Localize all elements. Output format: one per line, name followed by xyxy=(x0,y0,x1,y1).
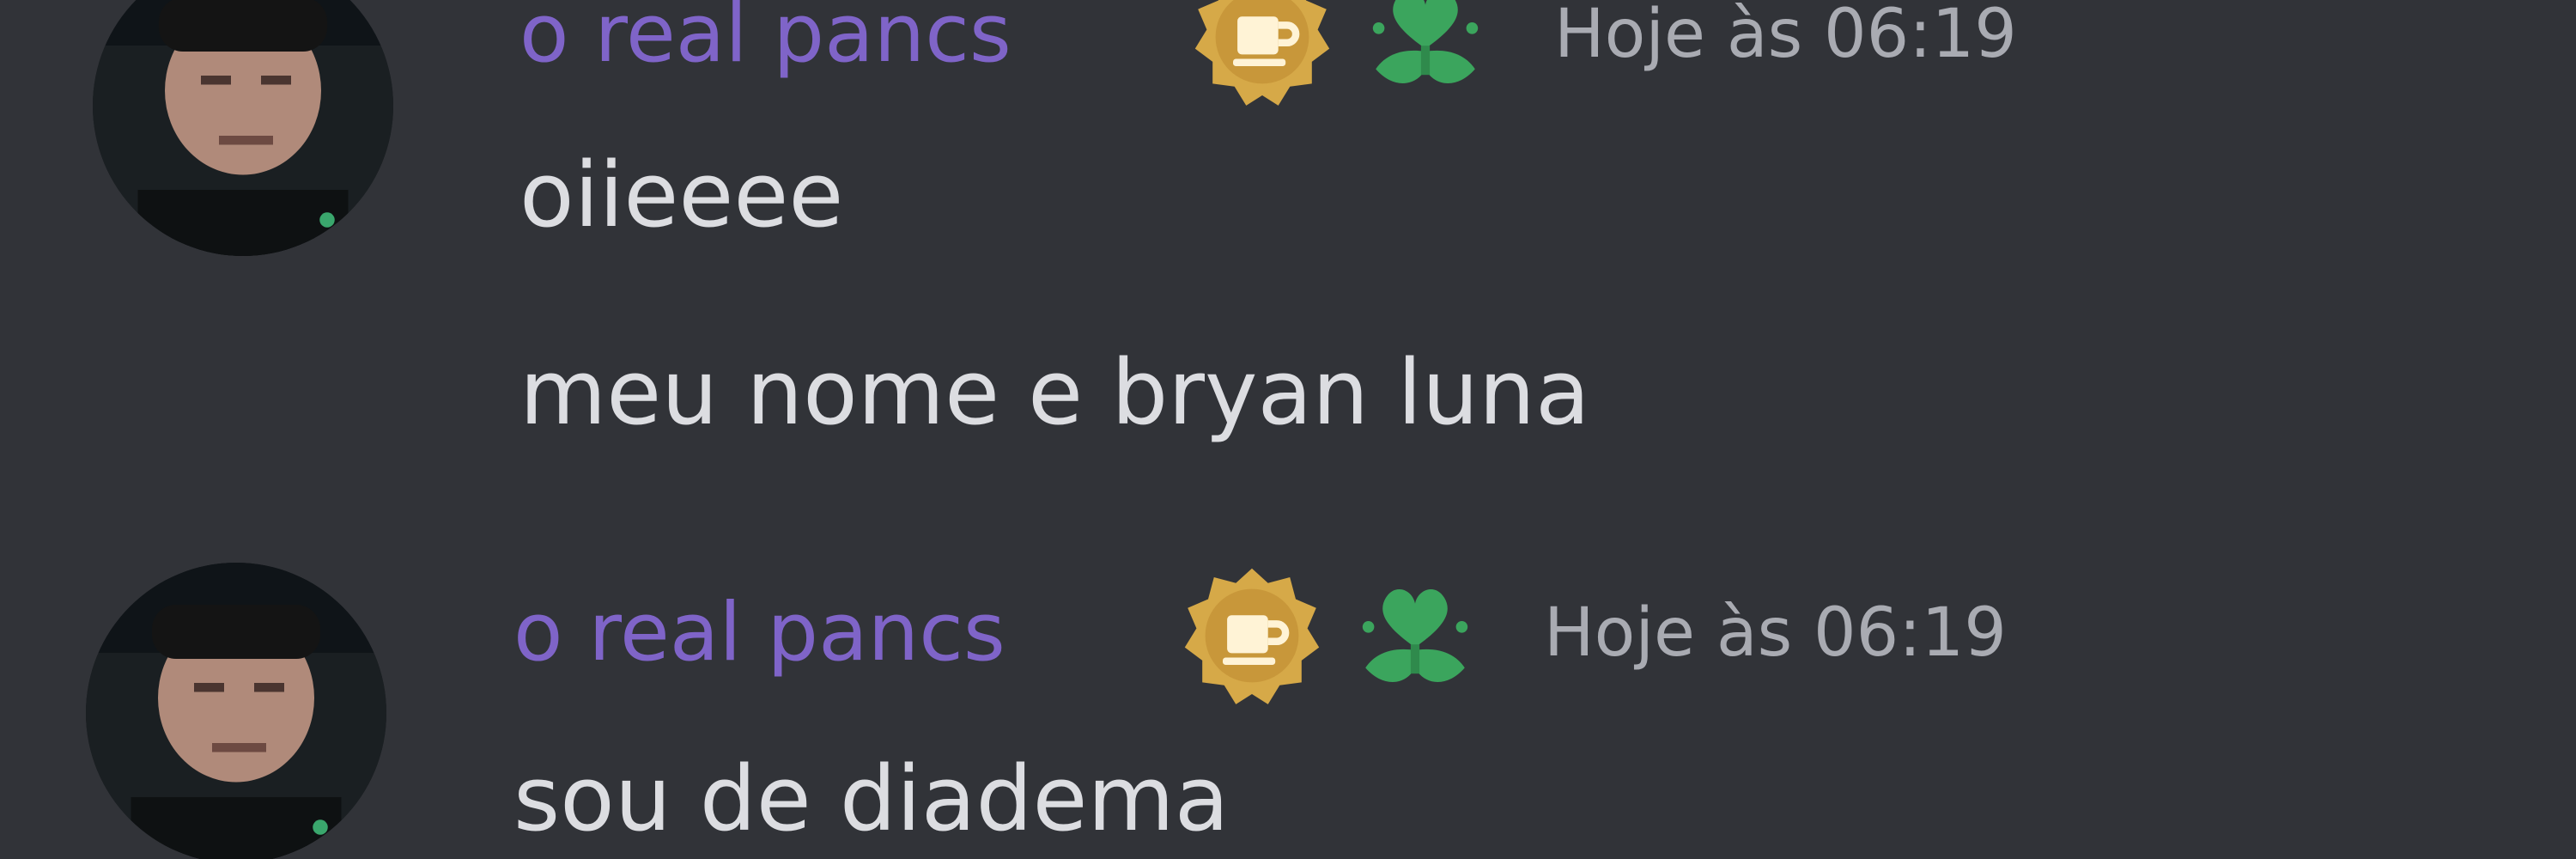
username[interactable]: o real pancs xyxy=(513,582,1005,685)
coffee-badge-icon[interactable] xyxy=(1179,563,1325,709)
message-text: meu nome e bryan luna xyxy=(519,340,1590,445)
coffee-badge-icon[interactable] xyxy=(1189,0,1335,110)
heart-sprout-badge-icon[interactable] xyxy=(1342,563,1488,709)
heart-sprout-badge-icon[interactable] xyxy=(1352,0,1498,110)
user-avatar-image xyxy=(86,563,386,859)
user-avatar-image xyxy=(93,0,393,256)
message-text: oiieeee xyxy=(519,143,844,247)
message-text: sou de diadema xyxy=(513,746,1230,851)
message-header: o real pancs Hoje às 06:19 xyxy=(513,568,2576,704)
username[interactable]: o real pancs xyxy=(519,0,1012,86)
message-timestamp[interactable]: Hoje às 06:19 xyxy=(1544,582,2007,685)
user-avatar[interactable] xyxy=(93,0,393,256)
message-timestamp[interactable]: Hoje às 06:19 xyxy=(1554,0,2017,86)
message-header: o real pancs Hoje às 06:19 xyxy=(519,0,2576,106)
user-avatar[interactable] xyxy=(86,563,386,859)
